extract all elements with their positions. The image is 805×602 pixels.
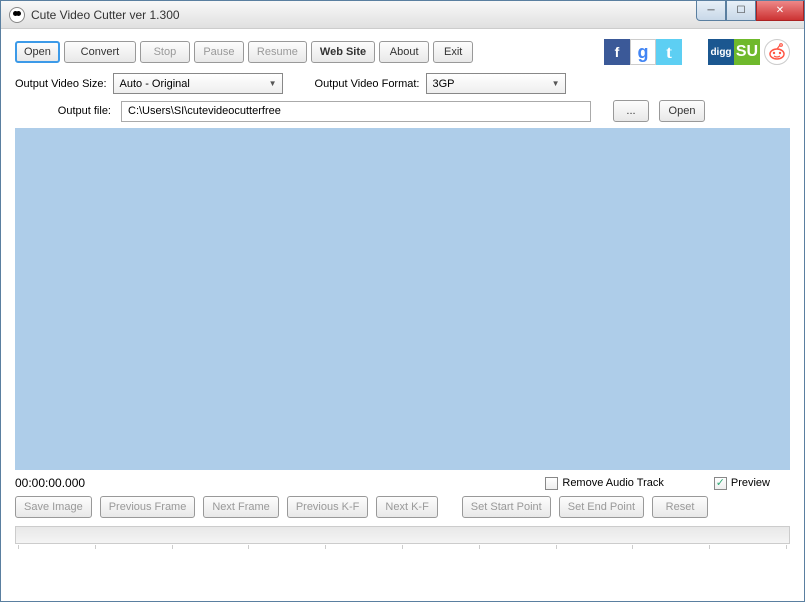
reddit-icon[interactable] xyxy=(764,39,790,65)
open-output-button[interactable]: Open xyxy=(659,100,705,122)
about-button[interactable]: About xyxy=(379,41,429,63)
timecode: 00:00:00.000 xyxy=(15,476,85,490)
preview-label: Preview xyxy=(731,477,770,489)
save-image-button[interactable]: Save Image xyxy=(15,496,92,518)
remove-audio-checkbox[interactable]: Remove Audio Track xyxy=(545,477,664,490)
exit-button[interactable]: Exit xyxy=(433,41,473,63)
output-format-select[interactable]: 3GP xyxy=(426,73,566,94)
digg-icon[interactable]: digg xyxy=(708,39,734,65)
status-row: 00:00:00.000 Remove Audio Track Preview xyxy=(15,476,790,490)
main-toolbar: Open Convert Stop Pause Resume Web Site … xyxy=(15,39,790,65)
video-preview xyxy=(15,128,790,470)
close-button[interactable]: ✕ xyxy=(756,1,804,21)
remove-audio-box[interactable] xyxy=(545,477,558,490)
output-file-row: Output file: ... Open xyxy=(15,100,790,122)
previous-frame-button[interactable]: Previous Frame xyxy=(100,496,196,518)
set-end-point-button[interactable]: Set End Point xyxy=(559,496,644,518)
output-format-label: Output Video Format: xyxy=(315,78,420,90)
window-title: Cute Video Cutter ver 1.300 xyxy=(31,8,180,22)
pause-button[interactable]: Pause xyxy=(194,41,244,63)
twitter-icon[interactable] xyxy=(656,39,682,65)
resume-button[interactable]: Resume xyxy=(248,41,307,63)
output-file-label: Output file: xyxy=(15,105,111,117)
output-size-label: Output Video Size: xyxy=(15,78,107,90)
stumbleupon-icon[interactable]: SU xyxy=(734,39,760,65)
preview-checkbox[interactable]: Preview xyxy=(714,477,770,490)
website-button[interactable]: Web Site xyxy=(311,41,375,63)
browse-button[interactable]: ... xyxy=(613,100,649,122)
remove-audio-label: Remove Audio Track xyxy=(562,477,664,489)
convert-button[interactable]: Convert xyxy=(64,41,136,63)
next-keyframe-button[interactable]: Next K-F xyxy=(376,496,437,518)
minimize-button[interactable]: ─ xyxy=(696,1,726,21)
delicious-icon[interactable] xyxy=(682,39,708,65)
reset-button[interactable]: Reset xyxy=(652,496,708,518)
set-start-point-button[interactable]: Set Start Point xyxy=(462,496,551,518)
output-size-select[interactable]: Auto - Original xyxy=(113,73,283,94)
output-file-input[interactable] xyxy=(121,101,591,122)
open-button[interactable]: Open xyxy=(15,41,60,63)
timeline-slider[interactable] xyxy=(15,526,790,544)
frame-controls: Save Image Previous Frame Next Frame Pre… xyxy=(15,496,790,518)
maximize-button[interactable]: ☐ xyxy=(726,1,756,21)
titlebar: Cute Video Cutter ver 1.300 ─ ☐ ✕ xyxy=(1,1,804,29)
stop-button[interactable]: Stop xyxy=(140,41,190,63)
facebook-icon[interactable]: f xyxy=(604,39,630,65)
preview-box[interactable] xyxy=(714,477,727,490)
content-area: Open Convert Stop Pause Resume Web Site … xyxy=(1,29,804,554)
previous-keyframe-button[interactable]: Previous K-F xyxy=(287,496,369,518)
timeline-ticks xyxy=(16,545,789,549)
app-icon xyxy=(9,7,25,23)
app-window: Cute Video Cutter ver 1.300 ─ ☐ ✕ Open C… xyxy=(0,0,805,602)
settings-row-1: Output Video Size: Auto - Original Outpu… xyxy=(15,73,790,94)
social-icons: f g digg SU xyxy=(604,39,790,65)
google-icon[interactable]: g xyxy=(630,39,656,65)
next-frame-button[interactable]: Next Frame xyxy=(203,496,278,518)
